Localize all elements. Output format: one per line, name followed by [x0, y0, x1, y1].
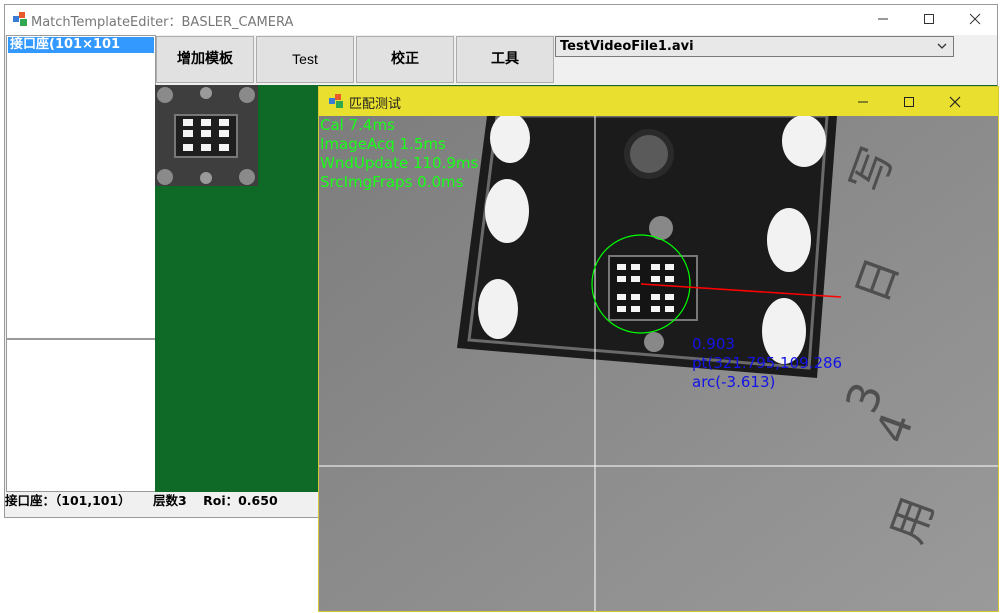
calibrate-button[interactable]: 校正 [356, 36, 454, 83]
close-icon [969, 13, 981, 25]
property-panel [6, 339, 156, 492]
status-connector: 接口座：（101,101） [5, 493, 131, 508]
video-source-value: TestVideoFile1.avi [560, 39, 694, 54]
status-roi: Roi：0.650 [203, 493, 278, 508]
window-title: MatchTemplateEditer：BASLER_CAMERA [31, 15, 294, 30]
title-bar[interactable]: MatchTemplateEditer：BASLER_CAMERA [5, 5, 997, 35]
dialog-title: 匹配测试 [349, 97, 402, 112]
close-icon [949, 96, 961, 108]
match-angle: arc(-3.613) [692, 373, 776, 391]
maximize-button[interactable] [906, 5, 952, 35]
status-layers: 层数3 [153, 493, 187, 508]
stat-cal: Cal 7.4ms [320, 116, 395, 134]
dialog-maximize-button[interactable] [886, 87, 932, 116]
dialog-minimize-button[interactable] [840, 87, 886, 116]
chevron-down-icon [935, 39, 949, 59]
template-thumbnail[interactable] [155, 85, 258, 186]
stat-src-img-fraps: SrcImgFraps 0.0ms [320, 173, 464, 191]
template-list[interactable]: 接口座(101×101 [6, 35, 156, 339]
app-icon [12, 11, 28, 31]
minimize-icon [858, 101, 868, 103]
maximize-icon [924, 14, 934, 24]
list-item-connector[interactable]: 接口座(101×101 [8, 37, 154, 53]
match-point: pt(321.795,109.286 [692, 354, 843, 372]
match-score: 0.903 [692, 335, 735, 353]
video-source-select[interactable]: TestVideoFile1.avi [555, 36, 954, 57]
camera-view[interactable]: 写 日 3 4 用 Cal 7.4ms ImageAcq 1.5ms WndUp… [319, 116, 998, 611]
test-button[interactable]: Test [256, 36, 354, 83]
dialog-close-button[interactable] [932, 87, 978, 116]
minimize-button[interactable] [860, 5, 906, 35]
stat-image-acq: ImageAcq 1.5ms [320, 135, 446, 153]
maximize-icon [904, 97, 914, 107]
stat-wnd-update: WndUpdate 110.9ms [320, 154, 479, 172]
tools-button[interactable]: 工具 [456, 36, 554, 83]
dialog-app-icon [328, 93, 344, 113]
match-test-dialog[interactable]: 匹配测试 写 日 3 4 用 Cal 7.4ms ImageAcq 1.5ms … [318, 86, 999, 612]
status-bar: 接口座：（101,101） 层数3 Roi：0.650 [5, 492, 325, 512]
close-button[interactable] [952, 5, 998, 35]
minimize-icon [878, 18, 888, 20]
add-template-button[interactable]: 增加模板 [156, 36, 254, 83]
dialog-title-bar[interactable]: 匹配测试 [319, 87, 998, 116]
